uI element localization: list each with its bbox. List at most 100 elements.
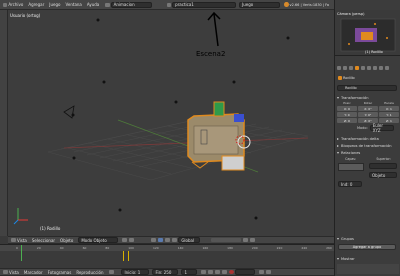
object-icon <box>338 76 342 80</box>
end-frame-field[interactable]: Fin: 250 <box>152 269 179 275</box>
menu-juego[interactable]: Juego <box>49 2 60 7</box>
empty-object[interactable] <box>286 36 290 40</box>
properties-tabs <box>335 64 400 72</box>
keyframe-marker[interactable] <box>123 251 124 261</box>
keyframe-insert-icon[interactable] <box>259 270 265 274</box>
empty-object[interactable] <box>232 80 236 84</box>
empty-object[interactable] <box>118 208 122 212</box>
menu-vista-timeline[interactable]: Vista <box>9 270 19 275</box>
3d-viewport[interactable]: Usuario (ortog) Escena2 (1) Rodillo <box>8 10 334 236</box>
add-to-group-button[interactable]: Agregar a grupo <box>338 244 396 250</box>
empty-object[interactable] <box>102 80 106 84</box>
lamp-object[interactable] <box>63 105 75 119</box>
empty-object[interactable] <box>254 216 258 220</box>
world-tab-icon[interactable] <box>349 66 353 70</box>
texture-tab-icon[interactable] <box>385 66 389 70</box>
rotation-mode-select[interactable]: Euler XYZ <box>369 123 394 133</box>
rotation-y-field[interactable]: Y: 0° <box>358 112 378 117</box>
menu-fotogramas[interactable]: Fotogramas <box>48 270 72 275</box>
play-reverse-icon[interactable] <box>208 270 214 274</box>
tool-shelf-strip[interactable] <box>0 10 8 236</box>
transform-locks-header[interactable]: Bloqueos de transformación <box>335 143 400 149</box>
object-name-field[interactable]: Rodillo <box>337 85 397 91</box>
menu-vista[interactable]: Vista <box>17 238 27 243</box>
menu-archivo[interactable]: Archivo <box>8 2 23 7</box>
snap-icon[interactable] <box>243 238 249 242</box>
scale-y-field[interactable]: Y: 1 <box>379 112 399 117</box>
properties-breadcrumb: Rodillo <box>337 76 355 80</box>
frame-playhead[interactable] <box>21 245 22 261</box>
parent-field[interactable] <box>369 163 397 169</box>
annotation-arrow <box>207 11 221 47</box>
relations-header[interactable]: Relaciones <box>335 150 400 156</box>
material-tab-icon[interactable] <box>379 66 383 70</box>
layers-icon[interactable] <box>211 238 242 242</box>
scale-x-field[interactable]: X: 1 <box>379 106 399 111</box>
current-frame-field[interactable]: 1 <box>181 269 198 275</box>
manipulator-icon[interactable] <box>151 238 157 242</box>
groups-header[interactable]: Grupos <box>335 236 400 242</box>
play-icon[interactable] <box>215 270 221 274</box>
translate-icon[interactable] <box>158 238 164 242</box>
menu-reproduccion[interactable]: Reproducción <box>76 270 103 275</box>
scene-icon[interactable] <box>166 2 172 7</box>
start-frame-field[interactable]: Inicio: 1 <box>121 269 150 275</box>
layer-grid[interactable] <box>338 163 364 171</box>
rotation-x-field[interactable]: X: 0° <box>358 106 378 111</box>
empty-object[interactable] <box>96 18 100 22</box>
interaction-mode-select[interactable]: Modo Objeto <box>78 237 119 243</box>
scene-tab-icon[interactable] <box>343 66 347 70</box>
empty-object[interactable] <box>72 156 76 160</box>
pivot-icon[interactable] <box>129 238 135 242</box>
preview-range-icon[interactable] <box>109 270 115 274</box>
location-z-field[interactable]: Z: 0 <box>337 118 357 123</box>
pass-index-field[interactable]: Ind: 0 <box>338 181 362 187</box>
menu-ventana[interactable]: Ventana <box>65 2 81 7</box>
camera-preview-object-label: (1) Rodillo <box>365 50 383 54</box>
relations-panel: Capas: Superior: Objeto Ind: 0 <box>335 157 400 191</box>
transform-panel: Transformación Posic Rotac Escala X: 0 X… <box>335 95 400 133</box>
collapse-arrow-icon <box>337 97 339 99</box>
menu-ayuda[interactable]: Ayuda <box>87 2 99 7</box>
empty-object[interactable] <box>174 100 178 104</box>
view-label: Usuario (ortog) <box>10 13 41 18</box>
rotate-icon[interactable] <box>165 238 171 242</box>
data-tab-icon[interactable] <box>373 66 377 70</box>
menu-seleccionar[interactable]: Seleccionar <box>32 238 55 243</box>
camera-preview[interactable]: Cámara (persp) (1) Rodillo <box>335 10 400 56</box>
display-header[interactable]: Mostrar <box>335 256 400 262</box>
location-x-field[interactable]: X: 0 <box>337 106 357 111</box>
modifiers-tab-icon[interactable] <box>367 66 371 70</box>
jump-start-icon[interactable] <box>201 270 207 274</box>
parent-type-select[interactable]: Objeto <box>369 172 397 178</box>
render-tab-icon[interactable] <box>337 66 341 70</box>
render-icon[interactable] <box>250 238 256 242</box>
transform-row-y: Y: 0 Y: 0° Y: 1 <box>335 112 400 117</box>
scale-icon[interactable] <box>172 238 178 242</box>
timeline[interactable]: 0 20 40 60 80 100 120 140 160 180 200 22… <box>0 244 334 268</box>
jump-end-icon[interactable] <box>222 270 228 274</box>
keying-set-field[interactable] <box>235 269 256 275</box>
timeline-editor-icon[interactable] <box>3 270 8 274</box>
screen-layout-icon[interactable] <box>105 2 110 7</box>
constraints-tab-icon[interactable] <box>361 66 365 70</box>
render-engine-select[interactable]: Juego <box>239 1 281 8</box>
orientation-select[interactable]: Global <box>178 237 201 243</box>
editor-type-icon[interactable] <box>11 238 16 242</box>
record-icon[interactable] <box>229 270 235 274</box>
rotation-mode-label: Modo: <box>357 126 368 130</box>
object-tab-icon[interactable] <box>355 66 359 70</box>
screen-layout-field[interactable]: Animacion <box>110 1 152 8</box>
scene-field[interactable]: practica1 <box>172 1 237 8</box>
keyframe-delete-icon[interactable] <box>266 270 272 274</box>
menu-objeto[interactable]: Objeto <box>60 238 73 243</box>
keyframe-marker[interactable] <box>128 251 129 261</box>
delta-transform-header[interactable]: Transformación delta <box>335 136 400 142</box>
menu-agregar[interactable]: Agregar <box>28 2 44 7</box>
expand-arrow-icon <box>337 145 339 147</box>
menu-marcador[interactable]: Marcador <box>24 270 43 275</box>
location-y-field[interactable]: Y: 0 <box>337 112 357 117</box>
shading-icon[interactable] <box>122 238 128 242</box>
info-editor-icon[interactable] <box>3 2 8 7</box>
relations-labels: Capas: Superior: <box>345 157 391 161</box>
